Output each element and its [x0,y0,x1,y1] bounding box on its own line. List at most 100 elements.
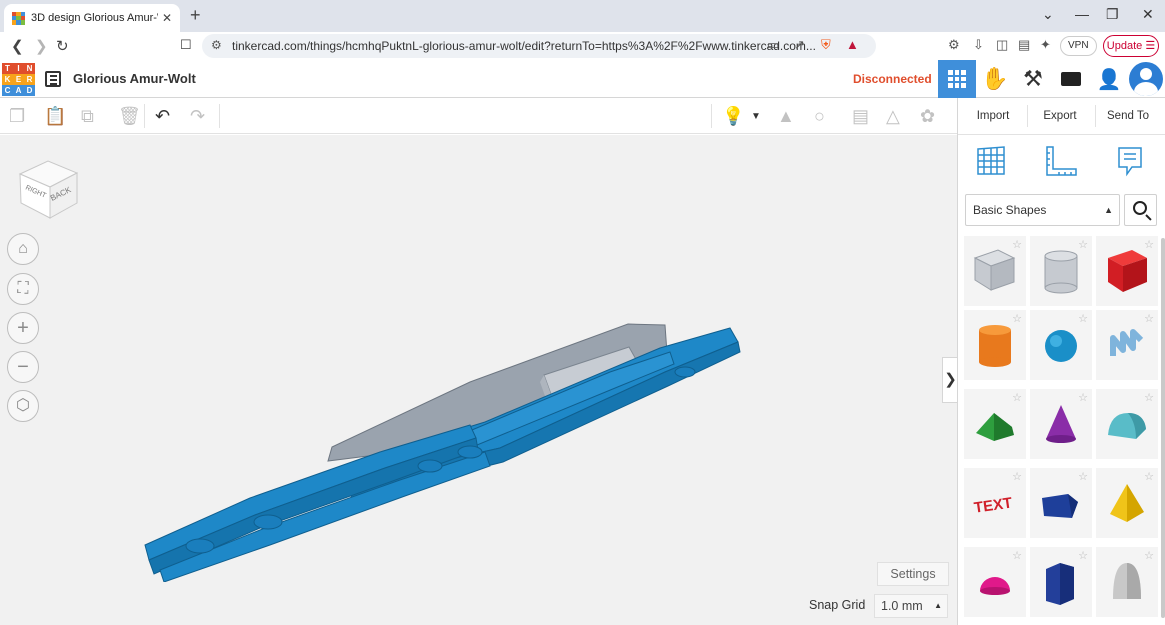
star-icon[interactable]: ☆ [1012,312,1022,325]
design-name[interactable]: Glorious Amur-Wolt [73,71,196,86]
extensions-icon[interactable]: ⚙ [948,37,960,53]
star-icon[interactable]: ☆ [1078,549,1088,562]
delete-icon[interactable]: 🗑 [118,106,141,127]
shape-tile-text[interactable]: ☆ TEXT [964,468,1026,538]
brave-shields-icon[interactable]: ⛨ [821,37,831,53]
reload-icon[interactable]: ↻ [56,37,69,55]
lightbulb-icon[interactable]: 💡 [722,106,744,127]
shapes-scrollbar[interactable] [1161,238,1165,618]
export-button[interactable]: Export [1027,105,1092,127]
align-icon[interactable]: ▤ [852,106,869,127]
notes-icon[interactable] [1116,145,1144,177]
star-icon[interactable]: ☆ [1012,470,1022,483]
browser-tab[interactable]: 3D design Glorious Amur-Wolt ✕ [4,4,180,32]
shape-tile-pyramid[interactable]: ☆ [1096,468,1158,538]
chevron-down-icon[interactable]: ▼ [751,111,761,122]
shape-tile-polygon[interactable]: ☆ [1030,468,1092,538]
design-list-icon[interactable] [45,71,61,87]
import-button[interactable]: Import [962,105,1024,127]
fit-view-button[interactable]: ⛶ [7,273,39,305]
shape-tile-roof[interactable]: ☆ [964,389,1026,459]
maximize-button[interactable]: ❐ [1106,6,1119,23]
vpn-button[interactable]: VPN [1060,36,1097,56]
cruise-icon[interactable]: ✿ [920,106,935,127]
star-icon[interactable]: ☆ [1144,470,1154,483]
3d-model[interactable] [140,320,750,582]
shape-tile-box-hole[interactable]: ☆ [964,236,1026,306]
workplane-icon[interactable] [975,145,1007,177]
star-icon[interactable]: ☆ [1012,238,1022,251]
tab-search-icon[interactable]: ⌄ [1042,6,1054,23]
duplicate-icon[interactable]: ⧉ [81,106,94,127]
star-icon[interactable]: ☆ [1144,312,1154,325]
settings-button[interactable]: Settings [877,562,949,586]
shape-category-select[interactable]: Basic Shapes ▲▼ [965,194,1120,245]
shape-tile-polygon-prism[interactable]: ☆ [1030,547,1092,617]
forward-icon[interactable]: ❯ [35,37,48,55]
browser-tab-strip: 3D design Glorious Amur-Wolt ✕ + ⌄ — ❐ ✕ [0,0,1165,32]
new-tab-button[interactable]: + [190,5,201,26]
ruler-icon[interactable] [1044,145,1078,177]
shape-tile-scribble[interactable]: ☆ [1096,310,1158,380]
minus-icon: − [17,356,29,378]
update-button[interactable]: Update ☰ [1103,35,1159,57]
star-icon[interactable]: ☆ [1144,391,1154,404]
star-icon[interactable]: ☆ [1078,238,1088,251]
site-settings-icon[interactable]: ⚙ [211,38,222,52]
group-icon[interactable]: ▲ [777,106,795,127]
star-icon[interactable]: ☆ [1144,549,1154,562]
update-label: Update [1106,40,1143,52]
workplane-canvas[interactable]: RIGHT BACK ⌂ ⛶ + − ⬡ ❯ [0,135,958,625]
back-icon[interactable]: ❮ [11,37,24,55]
star-icon[interactable]: ☆ [1144,238,1154,251]
avatar[interactable] [1129,62,1163,96]
shape-tile-box[interactable]: ☆ [1096,236,1158,306]
star-icon[interactable]: ☆ [1078,312,1088,325]
perspective-button[interactable]: ⬡ [7,390,39,422]
paste-icon[interactable]: 📋 [44,106,66,127]
redo-icon[interactable]: ↷ [190,106,205,127]
shape-tile-cone[interactable]: ☆ [1030,389,1092,459]
copy-icon[interactable]: ❐ [9,106,25,127]
ungroup-icon[interactable]: ○ [814,106,825,127]
tinkercad-logo[interactable]: TIN KER CAD [2,63,35,96]
leo-ai-icon[interactable]: ✦ [1040,37,1051,53]
bricks-button[interactable] [1052,60,1090,98]
star-icon[interactable]: ☆ [1078,470,1088,483]
wallet-icon[interactable]: ▤ [1018,37,1030,53]
cast-icon[interactable]: ▭ [767,37,779,53]
invite-user-button[interactable]: 👤 [1090,60,1128,98]
panel-collapse-button[interactable]: ❯ [942,357,958,403]
zoom-out-button[interactable]: − [7,351,39,383]
shape-tile-cylinder-hole[interactable]: ☆ [1030,236,1092,306]
shape-tile-paraboloid[interactable]: ☆ [1096,547,1158,617]
codeblocks-button[interactable]: ✋ [976,60,1014,98]
brave-rewards-icon[interactable]: ▲ [846,37,859,52]
shape-tile-round-roof[interactable]: ☆ [1096,389,1158,459]
tab-close-icon[interactable]: ✕ [162,11,172,25]
star-icon[interactable]: ☆ [1012,391,1022,404]
shape-tile-cylinder[interactable]: ☆ [964,310,1026,380]
sim-lab-button[interactable]: ⚒ [1014,60,1052,98]
share-icon[interactable]: ↗ [794,37,805,53]
3d-view-button[interactable] [938,60,976,98]
downloads-icon[interactable]: ⇩ [973,37,984,53]
mirror-icon[interactable]: △ [886,106,900,127]
view-cube[interactable]: RIGHT BACK [14,153,84,223]
caret-up-icon: ▲ [934,601,942,610]
home-view-button[interactable]: ⌂ [7,233,39,265]
shape-tile-sphere[interactable]: ☆ [1030,310,1092,380]
shape-tile-half-sphere[interactable]: ☆ [964,547,1026,617]
shape-search-button[interactable] [1124,194,1157,226]
sidebar-icon[interactable]: ◫ [996,37,1008,53]
star-icon[interactable]: ☆ [1078,391,1088,404]
send-to-button[interactable]: Send To [1095,105,1160,127]
undo-icon[interactable]: ↶ [155,106,170,127]
star-icon[interactable]: ☆ [1012,549,1022,562]
minimize-button[interactable]: — [1075,6,1089,22]
zoom-in-button[interactable]: + [7,312,39,344]
close-window-button[interactable]: ✕ [1142,6,1154,23]
bookmark-icon[interactable]: ☐ [180,37,192,53]
snap-grid-select[interactable]: 1.0 mm ▲ [874,594,948,618]
home-icon: ⌂ [18,240,28,257]
